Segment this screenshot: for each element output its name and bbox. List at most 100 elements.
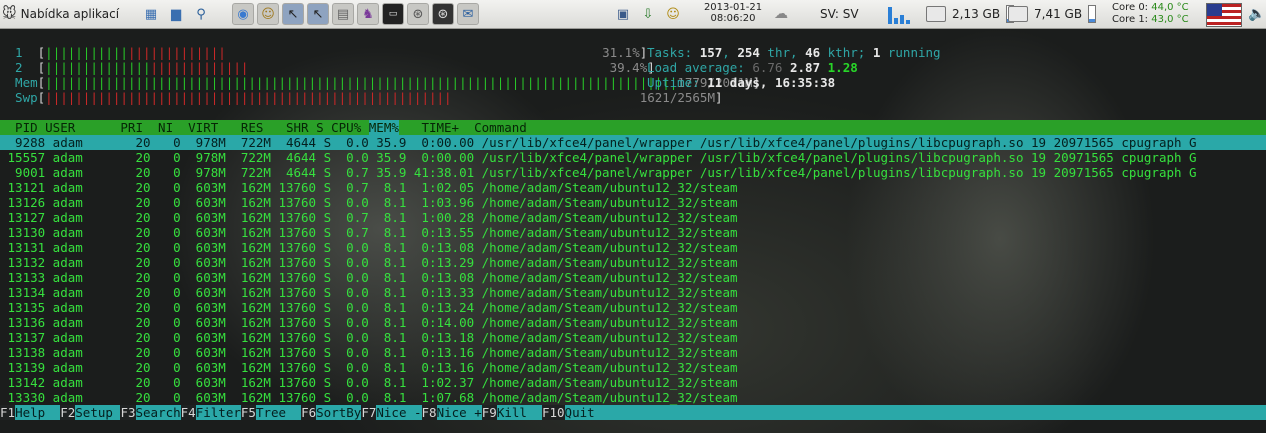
xfce-mouse-icon: 🐭 — [2, 6, 17, 22]
threads-count: 254 — [737, 45, 760, 60]
sorted-column-mem[interactable]: MEM% — [368, 120, 399, 135]
function-key[interactable]: F2 — [60, 405, 76, 420]
function-key-label[interactable]: Search — [136, 405, 181, 420]
function-key[interactable]: F5 — [240, 405, 256, 420]
core0-temp: 44,0 °C — [1151, 2, 1189, 13]
load-bar — [906, 20, 910, 24]
function-key-label[interactable]: SortBy — [316, 405, 361, 420]
app-icon[interactable]: ♞ — [357, 3, 379, 25]
meter-label: 2 — [0, 60, 38, 75]
function-key-label[interactable]: Nice - — [376, 405, 421, 420]
process-row[interactable]: 13131 adam 20 0 603M 162M 13760 S 0.0 8.… — [0, 240, 1266, 255]
process-row[interactable]: 13137 adam 20 0 603M 162M 13760 S 0.0 8.… — [0, 330, 1266, 345]
show-desktop-icon[interactable]: ▦ — [140, 3, 162, 25]
process-row[interactable]: 13142 adam 20 0 603M 162M 13760 S 0.0 8.… — [0, 375, 1266, 390]
window-icon[interactable]: ↖ — [307, 3, 329, 25]
window-icon[interactable]: ↖ — [282, 3, 304, 25]
files-icon[interactable]: ▆ — [165, 3, 187, 25]
process-row[interactable]: 9001 adam 20 0 978M 722M 4644 S 0.7 35.9… — [0, 165, 1266, 180]
load-bar — [894, 18, 898, 24]
keyboard-layout[interactable]: SV: SV — [820, 7, 859, 21]
meter-label: 1 — [0, 45, 38, 60]
function-key-label[interactable]: Help — [15, 405, 60, 420]
function-key-label[interactable]: Nice + — [437, 405, 482, 420]
function-key[interactable]: F6 — [301, 405, 317, 420]
smiley-icon[interactable]: ☺ — [662, 3, 684, 25]
process-row[interactable]: 13133 adam 20 0 603M 162M 13760 S 0.0 8.… — [0, 270, 1266, 285]
network-icon[interactable]: ▣ — [612, 3, 634, 25]
disk2-free: 7,41 GB — [1034, 7, 1083, 21]
process-row[interactable]: 13139 adam 20 0 603M 162M 13760 S 0.0 8.… — [0, 360, 1266, 375]
clock[interactable]: 2013-01-21 08:06:20 — [700, 2, 766, 24]
function-key-label[interactable]: Tree — [256, 405, 301, 420]
kthreads-count: 46 — [805, 45, 821, 60]
process-row[interactable]: 13138 adam 20 0 603M 162M 13760 S 0.0 8.… — [0, 345, 1266, 360]
function-key-label[interactable]: Quit — [565, 405, 595, 420]
us-flag-icon[interactable] — [1206, 3, 1242, 27]
uptime-line: Uptime: 11 days, 16:35:38 — [647, 75, 835, 90]
column-headers[interactable]: PID USER PRI NI VIRT RES SHR S CPU% — [0, 120, 369, 135]
taskbar: ◉ ☺ ↖ ↖ ▤ ♞ ▭ ⊛ ⊛ ✉ — [232, 3, 479, 25]
process-row[interactable]: 9288 adam 20 0 978M 722M 4644 S 0.0 35.9… — [0, 135, 1266, 150]
core1-label: Core 1: — [1112, 14, 1152, 25]
meter-bracket-close: ] — [714, 90, 723, 105]
chromium-icon[interactable]: ◉ — [232, 3, 254, 25]
thunderbird-icon[interactable]: ✉ — [457, 3, 479, 25]
function-key[interactable]: F9 — [481, 405, 497, 420]
process-row[interactable]: 13134 adam 20 0 603M 162M 13760 S 0.0 8.… — [0, 285, 1266, 300]
function-key[interactable]: F1 — [0, 405, 16, 420]
disk-usage-1[interactable]: 2,13 GB — [926, 5, 1015, 23]
tasks-label: Tasks: — [647, 45, 700, 60]
volume-icon[interactable]: 🔈 — [1248, 6, 1265, 22]
sensors-plugin[interactable]: Core 0: 44,0 °C Core 1: 43,0 °C — [1112, 2, 1189, 26]
process-row[interactable]: 13121 adam 20 0 603M 162M 13760 S 0.7 8.… — [0, 180, 1266, 195]
meter-row: 1 [|||||||||||||||||||||||| 31.1%] — [0, 45, 647, 60]
core0-label: Core 0: — [1112, 2, 1152, 13]
document-icon[interactable]: ▤ — [332, 3, 354, 25]
uptime-value: 11 days, 16:35:38 — [707, 75, 836, 90]
function-key[interactable]: F3 — [120, 405, 136, 420]
top-panel: 🐭 Nabídka aplikací ▦ ▆ ⚲ ◉ ☺ ↖ ↖ ▤ ♞ ▭ ⊛… — [0, 0, 1266, 29]
htop-terminal[interactable]: 1 [|||||||||||||||||||||||| 31.1%] 2 [||… — [0, 29, 1266, 433]
meter-bar-green: |||||||||||||| — [45, 60, 151, 75]
process-row[interactable]: 13135 adam 20 0 603M 162M 13760 S 0.0 8.… — [0, 300, 1266, 315]
process-row[interactable]: 13126 adam 20 0 603M 162M 13760 S 0.0 8.… — [0, 195, 1266, 210]
search-icon[interactable]: ⚲ — [190, 3, 212, 25]
meter-value: 31.1% — [602, 45, 640, 60]
steam-icon[interactable]: ⊛ — [432, 3, 454, 25]
process-table-header[interactable]: PID USER PRI NI VIRT RES SHR S CPU% MEM%… — [0, 120, 1266, 135]
function-key[interactable]: F4 — [180, 405, 196, 420]
function-key[interactable]: F10 — [541, 405, 565, 420]
load-5: 2.87 — [790, 60, 821, 75]
process-row[interactable]: 13130 adam 20 0 603M 162M 13760 S 0.7 8.… — [0, 225, 1266, 240]
load-15: 1.28 — [827, 60, 858, 75]
function-key-label[interactable]: Filter — [196, 405, 241, 420]
applications-menu-button[interactable]: 🐭 Nabídka aplikací — [2, 4, 119, 24]
function-key-label[interactable]: Setup — [75, 405, 120, 420]
tasks-total: 157 — [699, 45, 723, 60]
weather-icon[interactable]: ☁ — [774, 6, 788, 22]
process-row[interactable]: 15557 adam 20 0 978M 722M 4644 S 0.0 35.… — [0, 150, 1266, 165]
function-key[interactable]: F7 — [361, 405, 377, 420]
gimp-icon[interactable]: ☺ — [257, 3, 279, 25]
process-row[interactable]: 13132 adam 20 0 603M 162M 13760 S 0.0 8.… — [0, 255, 1266, 270]
running-label: running — [880, 45, 941, 60]
meter-padding — [452, 90, 640, 105]
load-bar — [900, 15, 904, 24]
function-key[interactable]: F8 — [421, 405, 437, 420]
function-key-label[interactable]: Kill — [497, 405, 542, 420]
steam-icon[interactable]: ⊛ — [407, 3, 429, 25]
disk-usage-2[interactable]: 7,41 GB — [1008, 5, 1097, 23]
update-icon[interactable]: ⇩ — [637, 3, 659, 25]
process-row[interactable]: 13330 adam 20 0 603M 162M 13760 S 0.0 8.… — [0, 390, 1266, 405]
meter-bar-green: ||||||||||| — [45, 45, 128, 60]
clock-time: 08:06:20 — [710, 13, 756, 24]
process-row[interactable]: 13136 adam 20 0 603M 162M 13760 S 0.0 8.… — [0, 315, 1266, 330]
column-headers-rest[interactable]: TIME+ Command — [399, 120, 526, 135]
system-load-graph[interactable] — [888, 4, 910, 24]
meter-padding — [248, 60, 609, 75]
drive-icon — [1008, 6, 1028, 22]
terminal-icon[interactable]: ▭ — [382, 3, 404, 25]
meter-bar-red: ||||||||||||| — [127, 45, 226, 60]
process-row[interactable]: 13127 adam 20 0 603M 162M 13760 S 0.7 8.… — [0, 210, 1266, 225]
